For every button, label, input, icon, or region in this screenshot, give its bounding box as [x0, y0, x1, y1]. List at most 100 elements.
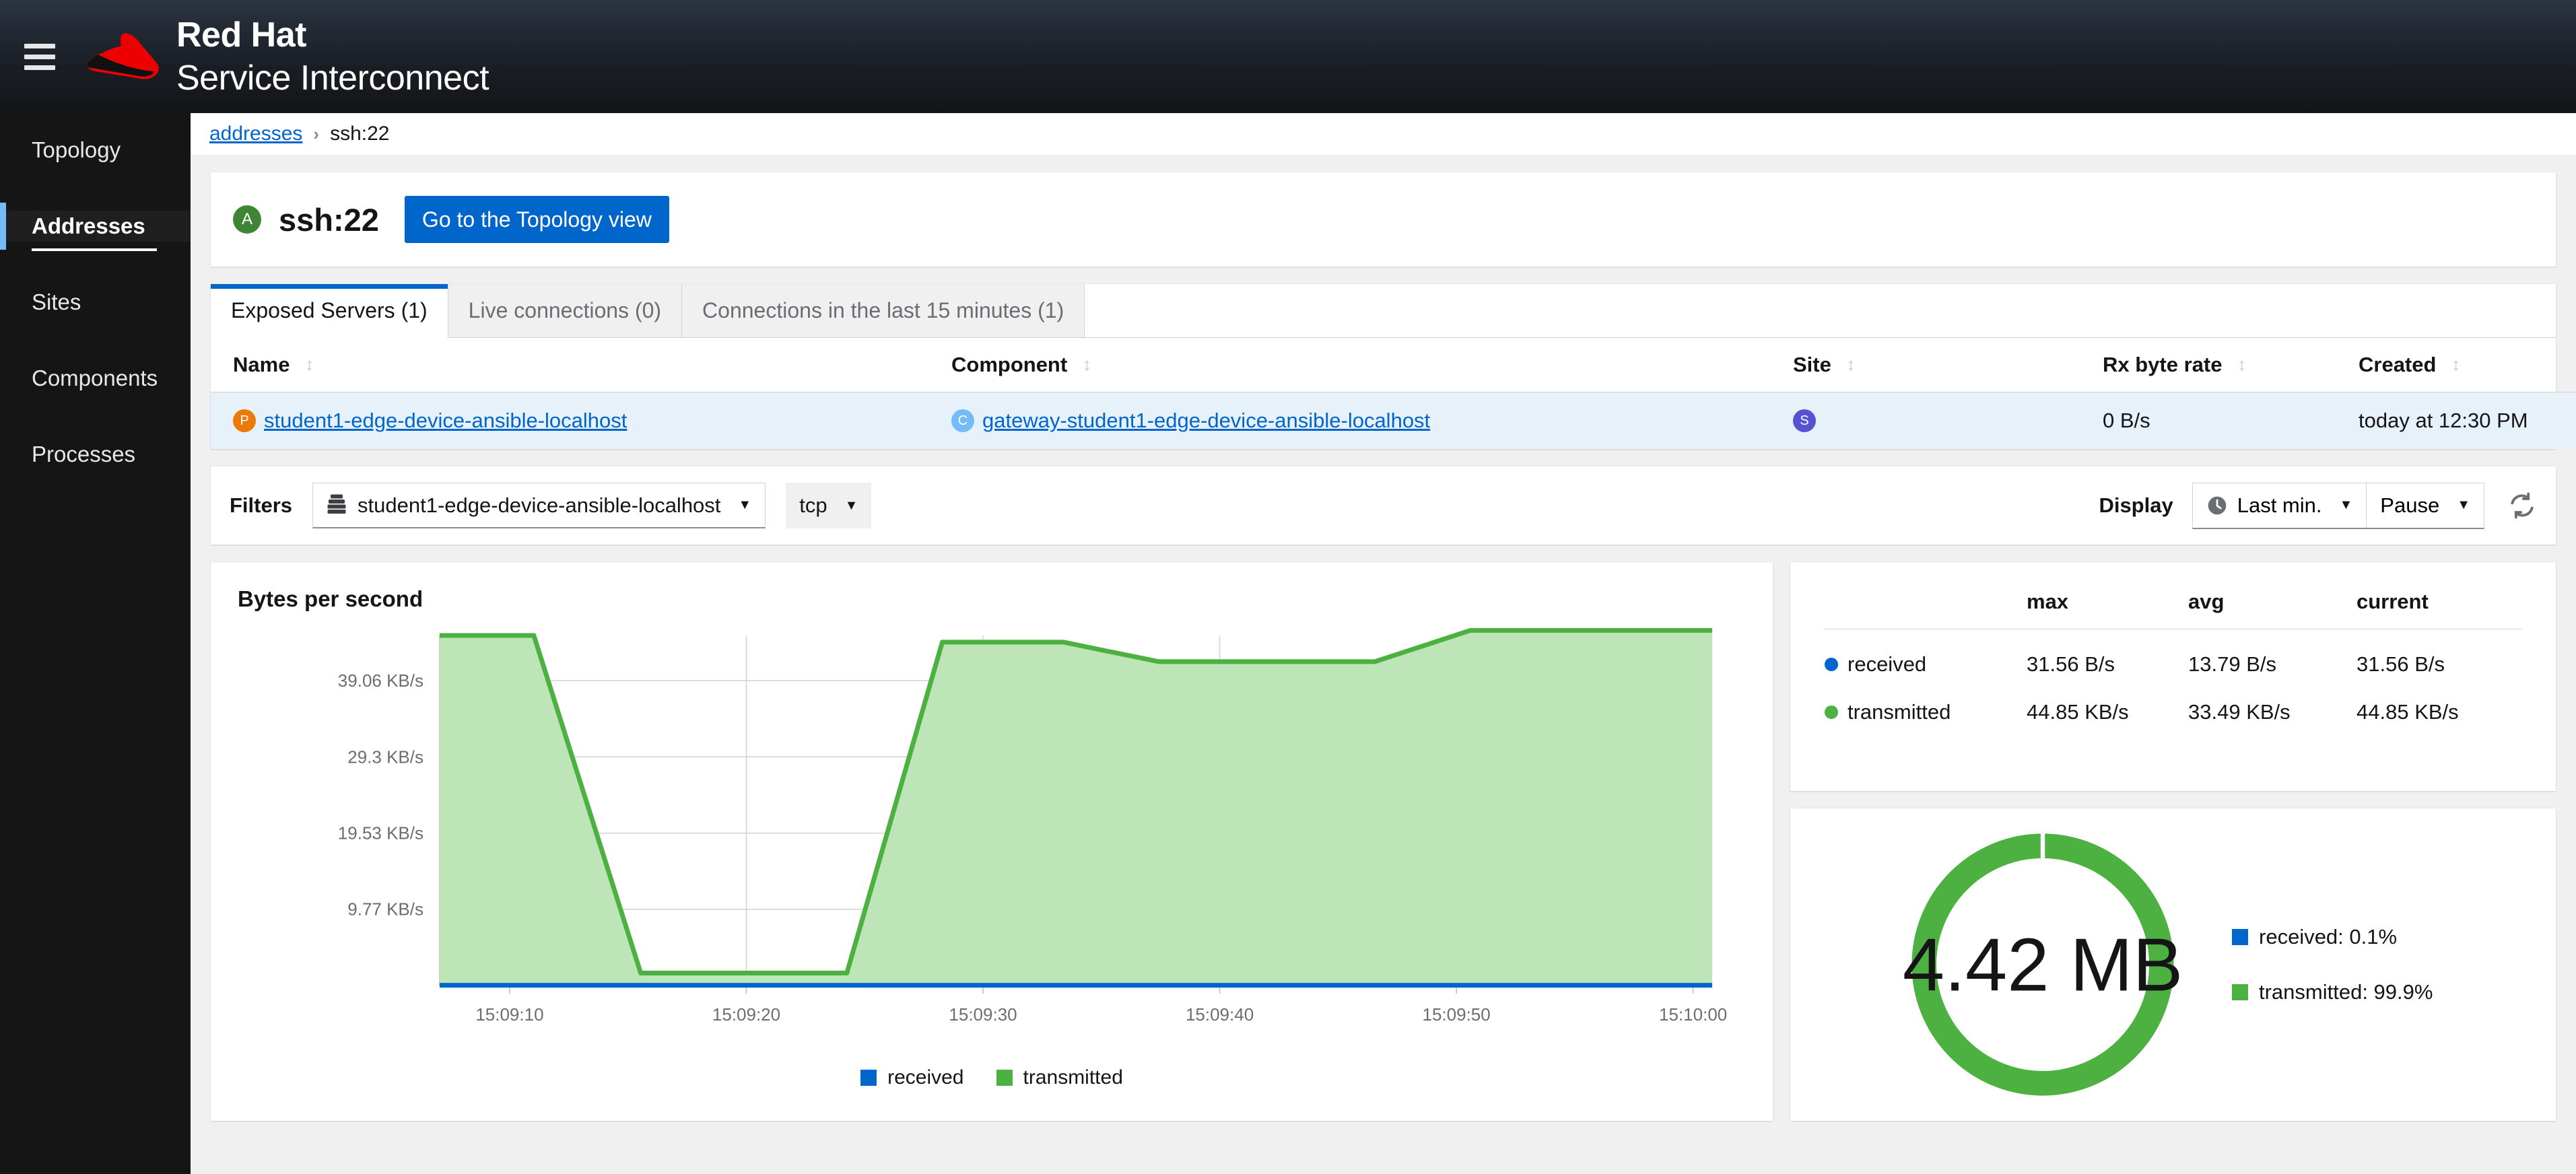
legend-item-transmitted[interactable]: transmitted: [996, 1066, 1123, 1089]
column-header-name[interactable]: Name ↕: [211, 338, 951, 392]
sidebar-item-addresses[interactable]: Addresses: [0, 203, 191, 251]
column-header-rx-byte-rate[interactable]: Rx byte rate ↕: [2103, 338, 2359, 392]
tab-exposed-servers[interactable]: Exposed Servers (1): [211, 284, 448, 338]
process-badge-icon: P: [233, 409, 256, 432]
sidebar-item-label: Addresses: [32, 213, 145, 238]
stats-name-received: received: [1824, 629, 2026, 678]
donut-legend: received: 0.1% transmitted: 99.9%: [2232, 925, 2433, 1004]
y-axis-tick-label: 19.53 KB/s: [338, 823, 423, 843]
stats-header-row: max avg current: [1824, 589, 2522, 629]
traffic-donut-chart: 4.42 MB: [1903, 833, 2183, 1096]
server-icon: [327, 494, 347, 517]
column-header-created[interactable]: Created ↕: [2359, 338, 2576, 392]
display-controls: Last min. ▼ Pause ▼: [2192, 482, 2484, 529]
chevron-down-icon: ▼: [2457, 497, 2470, 512]
tab-connections-last-15-minutes[interactable]: Connections in the last 15 minutes (1): [682, 284, 1085, 337]
exposed-servers-table: Name ↕ Component ↕ Site ↕ Rx byte rate ↕: [211, 338, 2576, 449]
sort-icon[interactable]: ↕: [1083, 354, 1091, 375]
tab-live-connections[interactable]: Live connections (0): [448, 284, 683, 337]
stats-label: received: [1848, 652, 1927, 676]
cell-created: today at 12:30 PM: [2359, 409, 2528, 432]
masthead: Red Hat Service Interconnect: [0, 0, 2576, 113]
sidebar-item-label: Sites: [32, 289, 81, 314]
clock-icon: [2206, 495, 2228, 516]
stats-row-transmitted: transmitted 44.85 KB/s 33.49 KB/s 44.85 …: [1824, 677, 2522, 725]
sort-icon[interactable]: ↕: [305, 354, 314, 375]
process-filter-select[interactable]: student1-edge-device-ansible-localhost ▼: [312, 483, 766, 528]
cell-site: S: [1793, 392, 2103, 450]
tab-list: Exposed Servers (1) Live connections (0)…: [211, 284, 2556, 338]
breadcrumb-link-addresses[interactable]: addresses: [209, 123, 302, 145]
process-link[interactable]: student1-edge-device-ansible-localhost: [264, 409, 627, 433]
stats-transmitted-avg: 33.49 KB/s: [2188, 700, 2291, 724]
metrics-right-column: max avg current received 31.56 B/s 13.79…: [1790, 562, 2556, 1121]
column-label: Name: [233, 353, 290, 376]
protocol-filter-select[interactable]: tcp ▼: [786, 483, 872, 528]
time-range-select[interactable]: Last min. ▼: [2193, 483, 2367, 528]
sidebar-item-label: Components: [32, 366, 158, 390]
column-header-site[interactable]: Site ↕: [1793, 338, 2103, 392]
filters-toolbar: Filters student1-edge-device-ansible-loc…: [211, 467, 2556, 545]
sidebar-item-components[interactable]: Components: [0, 363, 191, 394]
sidebar-item-topology[interactable]: Topology: [0, 135, 191, 166]
sort-icon[interactable]: ↕: [2237, 354, 2246, 375]
traffic-donut-card: 4.42 MB received: 0.1% transmitted: 99.9…: [1790, 808, 2556, 1121]
stats-label: transmitted: [1848, 700, 1951, 724]
donut-legend-item-transmitted[interactable]: transmitted: 99.9%: [2232, 980, 2433, 1004]
y-axis-tick-label: 29.3 KB/s: [347, 747, 423, 767]
table-row: P student1-edge-device-ansible-localhost…: [211, 392, 2576, 450]
sidebar-item-processes[interactable]: Processes: [0, 439, 191, 470]
exposed-servers-card: Exposed Servers (1) Live connections (0)…: [211, 284, 2576, 449]
brand-title-line1: Red Hat: [176, 15, 306, 55]
component-link[interactable]: gateway-student1-edge-device-ansible-loc…: [982, 409, 1430, 433]
stats-received-current: 31.56 B/s: [2357, 652, 2445, 676]
x-axis-tick-label: 15:09:30: [949, 1004, 1017, 1025]
x-axis-tick-label: 15:09:50: [1423, 1004, 1491, 1025]
column-label: Rx byte rate: [2103, 353, 2223, 376]
chevron-right-icon: ›: [313, 123, 320, 144]
donut-legend-item-received[interactable]: received: 0.1%: [2232, 925, 2433, 949]
stats-col-avg: avg: [2188, 589, 2356, 629]
hamburger-line: [24, 54, 55, 59]
stats-col-blank: [1824, 589, 2026, 629]
nav-toggle-button[interactable]: [19, 38, 61, 75]
sidebar-item-label: Topology: [32, 137, 121, 162]
cell-rx-byte-rate: 0 B/s: [2103, 409, 2150, 432]
bytes-per-second-chart-card: Bytes per second 9.77 KB/s 19.53 KB/s 29.3…: [211, 562, 1773, 1121]
y-axis-tick-label: 9.77 KB/s: [347, 899, 423, 920]
sort-icon[interactable]: ↕: [2451, 354, 2460, 375]
legend-label-transmitted: transmitted: [1023, 1066, 1123, 1089]
filters-label: Filters: [230, 493, 293, 517]
sort-icon[interactable]: ↕: [1846, 354, 1855, 375]
legend-item-received[interactable]: received: [860, 1066, 964, 1089]
x-axis-tick-label: 15:09:10: [475, 1004, 543, 1025]
stats-name-transmitted: transmitted: [1824, 677, 2026, 725]
y-axis-tick-label: 39.06 KB/s: [338, 670, 423, 691]
chart-title: Bytes per second: [238, 586, 423, 611]
site-badge-icon: S: [1793, 409, 1816, 432]
chevron-down-icon: ▼: [2339, 497, 2353, 512]
legend-swatch-received: [2232, 929, 2248, 945]
breadcrumb: addresses › ssh:22: [191, 113, 2576, 155]
update-mode-value: Pause: [2380, 493, 2440, 517]
breadcrumb-current: ssh:22: [330, 123, 390, 145]
transmitted-dot-icon: [1825, 705, 1838, 719]
address-badge-icon: A: [233, 205, 261, 234]
hamburger-line: [24, 43, 55, 48]
sidebar-item-sites[interactable]: Sites: [0, 287, 191, 318]
active-indicator-underline: [32, 248, 157, 251]
stats-col-current: current: [2356, 589, 2522, 629]
update-mode-select[interactable]: Pause ▼: [2366, 483, 2484, 528]
legend-swatch-transmitted: [2232, 984, 2248, 1000]
brand-logo[interactable]: Red Hat Service Interconnect: [83, 18, 489, 96]
go-to-topology-view-button[interactable]: Go to the Topology view: [404, 196, 669, 243]
page-title: ssh:22: [279, 201, 379, 238]
cell-component: C gateway-student1-edge-device-ansible-l…: [951, 392, 1793, 450]
metrics-section: Bytes per second 9.77 KB/s 19.53 KB/s 29.3…: [211, 562, 2556, 1121]
cell-name: P student1-edge-device-ansible-localhost: [211, 392, 951, 450]
refresh-icon[interactable]: [2507, 491, 2537, 520]
page-header-card: A ssh:22 Go to the Topology view: [211, 172, 2556, 267]
bytes-per-second-area-chart: 9.77 KB/s 19.53 KB/s 29.3 KB/s 39.06 KB/s 15…: [338, 627, 1727, 1025]
column-header-component[interactable]: Component ↕: [951, 338, 1793, 392]
sidebar-item-label: Processes: [32, 442, 136, 467]
